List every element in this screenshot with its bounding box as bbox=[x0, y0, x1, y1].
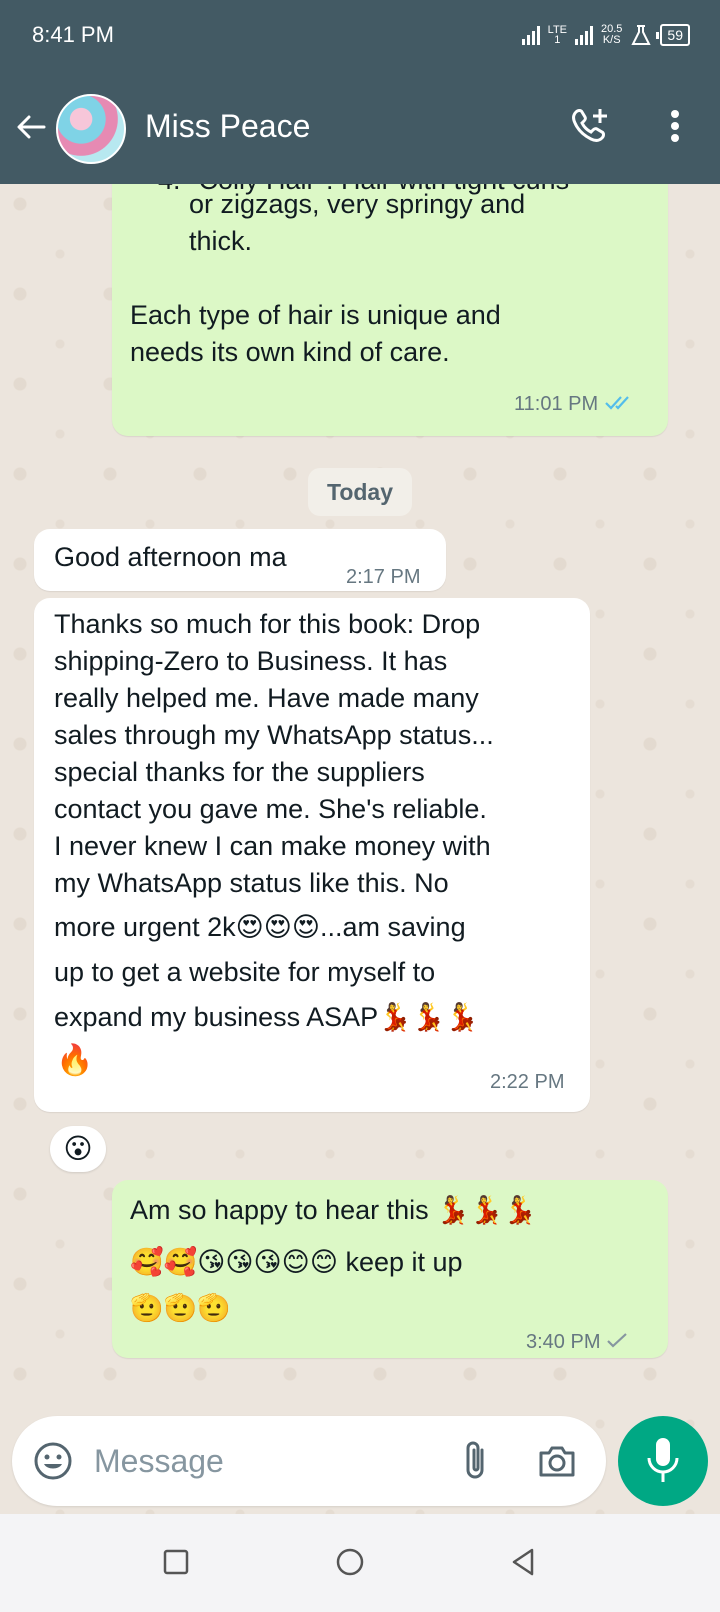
message-line: special thanks for the suppliers bbox=[54, 757, 425, 787]
message-line: up to get a website for myself to bbox=[54, 957, 436, 987]
message-line: shipping-Zero to Business. It has bbox=[54, 646, 448, 676]
message-time: 11:01 PM bbox=[514, 386, 638, 423]
network-speed: 20.5 K/S bbox=[601, 24, 622, 46]
flask-icon bbox=[631, 25, 652, 45]
message-text: Good afternoon ma bbox=[54, 542, 287, 572]
signal-icon bbox=[521, 25, 540, 45]
attach-icon[interactable] bbox=[460, 1438, 490, 1484]
time-text: 11:01 PM bbox=[514, 393, 599, 415]
message-line: Thanks so much for this book: Drop bbox=[54, 609, 481, 639]
message-line: Am so happy to hear this 💃💃💃 bbox=[130, 1195, 538, 1225]
message-time: 2:22 PM bbox=[490, 1071, 565, 1093]
message-line: more urgent 2k😍😍😍...am saving bbox=[54, 912, 466, 942]
more-vert-icon[interactable] bbox=[660, 106, 690, 146]
reaction-badge[interactable]: 😮 bbox=[50, 1126, 106, 1172]
top-app-bar: 8:41 PM LTE 1 20.5 K/S 59 Miss Peace bbox=[0, 0, 720, 184]
message-composer bbox=[12, 1416, 606, 1506]
message-line: thick. bbox=[189, 226, 253, 256]
time-text: 3:40 PM bbox=[526, 1331, 601, 1353]
status-bar: 8:41 PM LTE 1 20.5 K/S 59 bbox=[0, 0, 720, 70]
message-bubble-outgoing[interactable]: 4. *Coily Hair*: Hair with tight curls o… bbox=[112, 184, 668, 436]
message-line: sales through my WhatsApp status... bbox=[54, 720, 494, 750]
back-icon[interactable] bbox=[506, 1544, 542, 1580]
message-line: I never knew I can make money with bbox=[54, 831, 491, 861]
emoji-icon[interactable] bbox=[32, 1440, 74, 1482]
call-add-icon[interactable] bbox=[570, 106, 610, 146]
speed-unit: K/S bbox=[602, 34, 621, 46]
message-input[interactable] bbox=[94, 1436, 434, 1486]
status-time: 8:41 PM bbox=[32, 22, 114, 47]
date-divider: Today bbox=[308, 468, 412, 516]
message-line: 🫡🫡🫡 bbox=[130, 1293, 231, 1323]
mic-button[interactable] bbox=[618, 1416, 708, 1506]
chat-messages[interactable]: 4. *Coily Hair*: Hair with tight curls o… bbox=[0, 184, 720, 1514]
single-check-icon bbox=[607, 1333, 627, 1348]
camera-icon[interactable] bbox=[536, 1440, 578, 1482]
message-line: 🥰🥰😘😘😘😊😊 keep it up bbox=[130, 1247, 463, 1277]
message-line: contact you gave me. She's reliable. bbox=[54, 794, 487, 824]
network-type: LTE 1 bbox=[548, 25, 567, 46]
message-time: 3:40 PM bbox=[526, 1324, 628, 1361]
double-check-read-icon bbox=[604, 396, 629, 410]
network-sub: 1 bbox=[554, 34, 561, 46]
fire-emoji: 🔥 bbox=[56, 1043, 94, 1078]
message-time: 2:17 PM bbox=[346, 566, 421, 588]
system-navigation-bar bbox=[0, 1514, 720, 1612]
message-line: needs its own kind of care. bbox=[130, 337, 450, 367]
message-line: or zigzags, very springy and bbox=[189, 189, 526, 219]
message-bubble-outgoing[interactable]: Am so happy to hear this 💃💃💃 🥰🥰😘😘😘😊😊 kee… bbox=[112, 1180, 668, 1358]
battery-indicator: 59 bbox=[656, 24, 690, 46]
status-icons: LTE 1 20.5 K/S 59 bbox=[521, 22, 690, 48]
home-icon[interactable] bbox=[332, 1544, 368, 1580]
back-arrow-icon[interactable] bbox=[14, 110, 48, 144]
message-bubble-incoming[interactable]: Good afternoon ma 2:17 PM bbox=[34, 529, 446, 591]
message-line: my WhatsApp status like this. No bbox=[54, 868, 449, 898]
message-line: expand my business ASAP💃💃💃 bbox=[54, 1002, 480, 1032]
avatar[interactable] bbox=[56, 94, 126, 164]
recents-icon[interactable] bbox=[158, 1544, 194, 1580]
contact-name[interactable]: Miss Peace bbox=[145, 108, 310, 145]
mic-icon bbox=[647, 1438, 679, 1482]
message-line: really helped me. Have made many bbox=[54, 683, 479, 713]
signal-icon-2 bbox=[575, 25, 593, 45]
message-bubble-incoming[interactable]: Thanks so much for this book: Drop shipp… bbox=[34, 598, 590, 1112]
message-line: Each type of hair is unique and bbox=[130, 300, 501, 330]
chat-header: Miss Peace bbox=[0, 88, 720, 164]
